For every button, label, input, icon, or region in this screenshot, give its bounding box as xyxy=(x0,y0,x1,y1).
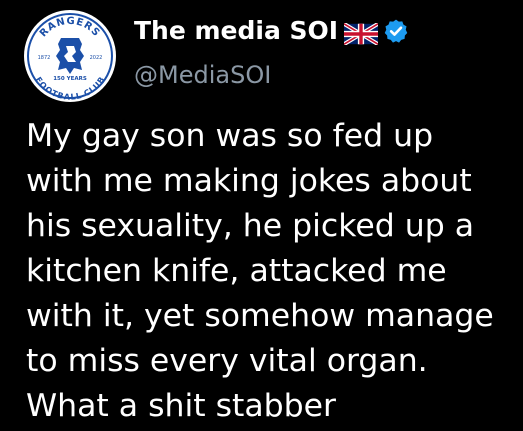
tweet-text-line: his sexuality, he picked up a xyxy=(26,208,475,244)
crest-year-left: 1872 xyxy=(38,55,51,61)
tweet-text-line: to miss every vital organ. xyxy=(26,343,428,379)
tweet-text-line: My gay son was so fed up xyxy=(26,118,434,154)
display-name[interactable]: The media SOI xyxy=(134,14,338,48)
tweet-text-line: with it, yet somehow manage xyxy=(26,298,494,334)
crest-year-right: 2022 xyxy=(90,55,103,61)
uk-flag-icon xyxy=(343,20,380,46)
avatar[interactable]: RANGERS FOOTBALL CLUB 1872 2022 150 YEAR… xyxy=(24,10,116,102)
rangers-crest-icon: RANGERS FOOTBALL CLUB 1872 2022 150 YEAR… xyxy=(25,11,115,102)
author-header: The media SOI xyxy=(134,14,409,48)
lion-rampant-icon xyxy=(56,38,84,74)
author-handle[interactable]: @MediaSOI xyxy=(134,60,271,90)
tweet-text: My gay son was so fed up with me making … xyxy=(26,114,521,429)
tweet-text-line: with me making jokes about xyxy=(26,163,472,199)
crest-anniversary: 150 YEARS xyxy=(53,76,87,82)
tweet-text-line: What a shit stabber xyxy=(26,388,336,424)
verified-badge-icon xyxy=(383,18,409,44)
tweet-text-line: kitchen knife, attacked me xyxy=(26,253,447,289)
tweet-card: RANGERS FOOTBALL CLUB 1872 2022 150 YEAR… xyxy=(0,0,523,431)
